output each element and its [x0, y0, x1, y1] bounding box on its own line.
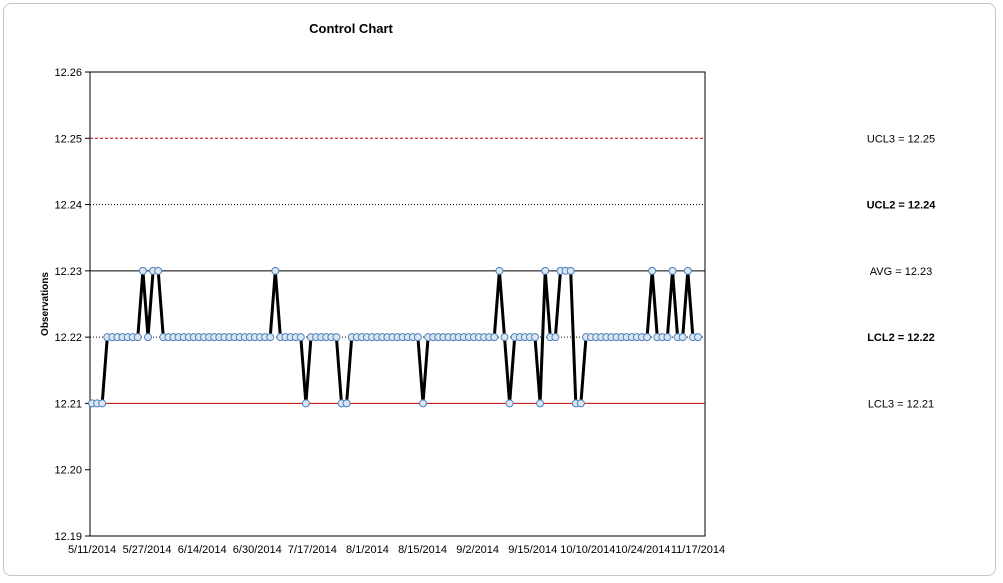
chart-title: Control Chart [309, 21, 393, 36]
y-tick-label: 12.24 [54, 200, 82, 212]
y-tick-label: 12.19 [54, 531, 82, 543]
data-point [332, 333, 341, 342]
x-tick-label: 8/15/2014 [398, 544, 447, 556]
data-point [301, 399, 310, 408]
data-point [648, 266, 657, 275]
control-line-label-3: LCL2 = 12.22 [867, 332, 935, 344]
control-line-label-1: UCL2 = 12.24 [867, 200, 937, 212]
data-point [500, 333, 509, 342]
x-tick-label: 10/24/2014 [615, 544, 670, 556]
data-point [694, 333, 702, 342]
data-point [576, 399, 585, 408]
x-tick-label: 10/10/2014 [560, 544, 615, 556]
data-point [643, 333, 652, 342]
data-point [144, 333, 153, 342]
data-point [138, 266, 147, 275]
y-tick-label: 12.21 [54, 398, 82, 410]
y-tick-label: 12.26 [54, 67, 82, 79]
chart-svg: Control Chart Observations 12.19 12.20 12.21… [40, 21, 937, 556]
data-point [668, 266, 677, 275]
data-point [413, 333, 422, 342]
data-point [495, 266, 504, 275]
data-point [154, 266, 163, 275]
x-tick-label: 8/1/2014 [346, 544, 389, 556]
x-tick-label: 11/17/2014 [671, 544, 725, 556]
data-point [133, 333, 142, 342]
data-point [419, 399, 428, 408]
control-line-label-0: UCL3 = 12.25 [867, 133, 935, 145]
data-point [296, 333, 305, 342]
x-tick-label: 5/11/2014 [68, 544, 116, 556]
y-axis-label: Observations [40, 272, 51, 336]
x-tick-label: 6/30/2014 [233, 544, 282, 556]
data-point [505, 399, 514, 408]
data-point [490, 333, 499, 342]
plot-area [89, 71, 706, 537]
control-line-label-4: LCL3 = 12.21 [868, 398, 934, 410]
x-tick-label: 5/27/2014 [123, 544, 172, 556]
x-tick-label: 9/15/2014 [508, 544, 557, 556]
x-tick-label: 9/2/2014 [456, 544, 499, 556]
data-point [551, 333, 560, 342]
data-point [98, 399, 107, 408]
x-tick-label: 7/17/2014 [288, 544, 337, 556]
y-tick-label: 12.22 [54, 332, 82, 344]
x-tick-label: 6/14/2014 [178, 544, 227, 556]
y-tick-label: 12.25 [54, 133, 82, 145]
data-point [531, 333, 540, 342]
control-line-label-2: AVG = 12.23 [870, 266, 932, 278]
data-point [678, 333, 687, 342]
data-point [683, 266, 692, 275]
data-point [536, 399, 545, 408]
data-point [271, 266, 280, 275]
y-tick-label: 12.20 [54, 465, 82, 477]
data-point [566, 266, 575, 275]
y-tick-label: 12.23 [54, 266, 82, 278]
control-chart: Control Chart Observations 12.19 12.20 12.21… [0, 0, 1003, 583]
data-point [342, 399, 351, 408]
data-point [663, 333, 672, 342]
data-point [541, 266, 550, 275]
data-point [266, 333, 275, 342]
